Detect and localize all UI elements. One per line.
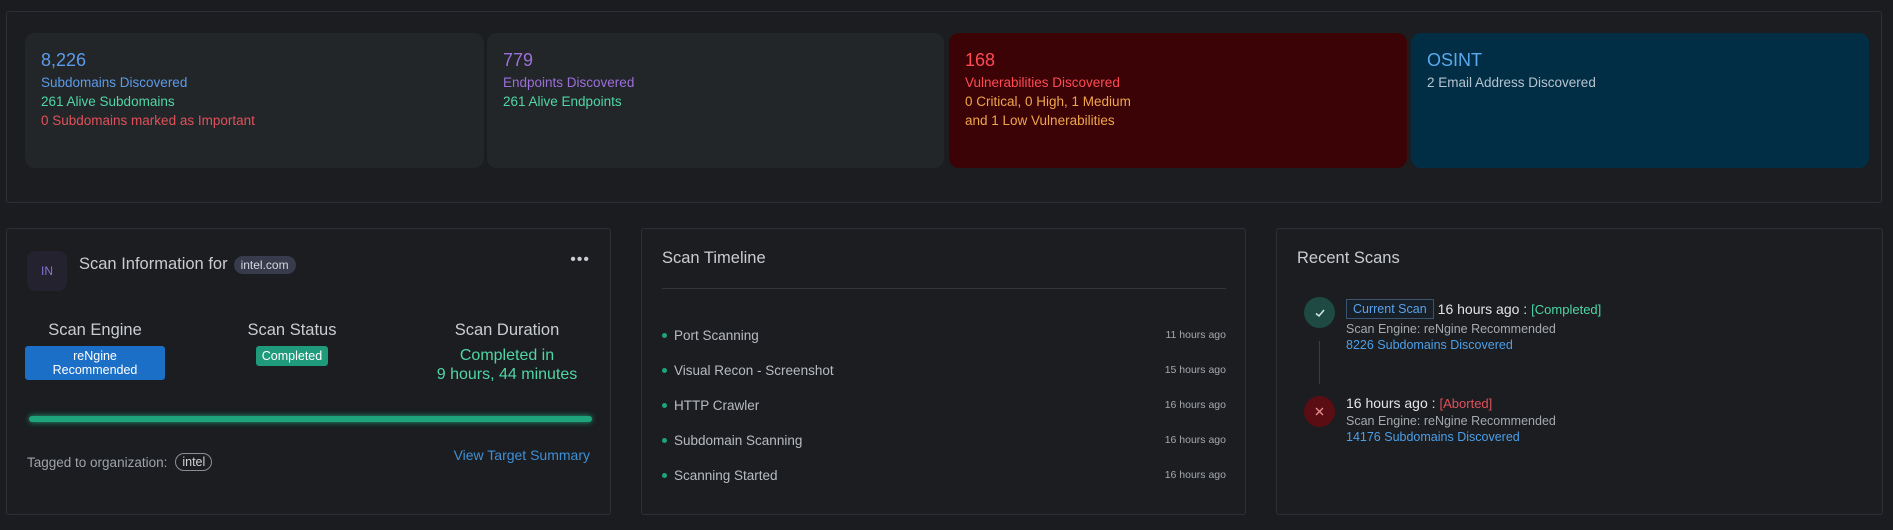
- view-target-summary-link[interactable]: View Target Summary: [454, 447, 590, 463]
- scan-progress-bar: [29, 416, 592, 422]
- scan-status-col: Scan Status Completed: [227, 321, 357, 366]
- timeline-connector: [1319, 341, 1320, 384]
- recent-scan-time: 16 hours ago :: [1346, 395, 1436, 411]
- vulnerabilities-count: 168: [965, 50, 996, 70]
- subdomains-label: Subdomains Discovered: [41, 75, 188, 90]
- recent-scan-header: 16 hours ago : [Aborted]: [1346, 395, 1556, 411]
- timeline-dot-icon: [662, 367, 667, 373]
- osint-title: OSINT: [1427, 50, 1483, 70]
- recent-scan-time: 16 hours ago :: [1437, 301, 1528, 317]
- timeline-dot-icon: [662, 402, 667, 408]
- vulnerabilities-breakdown-low: and 1 Low Vulnerabilities: [965, 113, 1115, 128]
- scan-progress-fill: [29, 416, 592, 422]
- recent-scans-title: Recent Scans: [1297, 249, 1400, 267]
- timeline-item: HTTP Crawler 16 hours ago: [662, 395, 1226, 415]
- scan-duration-line1: Completed in: [459, 347, 555, 364]
- osint-emails: 2 Email Address Discovered: [1427, 75, 1596, 90]
- endpoints-label: Endpoints Discovered: [503, 75, 635, 90]
- subdomains-count: 8,226: [41, 50, 87, 70]
- organization-label: Tagged to organization:: [27, 454, 168, 470]
- timeline-time: 11 hours ago: [1165, 329, 1226, 341]
- timeline-time: 15 hours ago: [1164, 364, 1226, 376]
- recent-scan-engine: Scan Engine: reNgine Recommended: [1346, 322, 1556, 336]
- organization-badge[interactable]: intel: [175, 453, 213, 471]
- timeline-time: 16 hours ago: [1164, 434, 1226, 446]
- scan-status-badge: Completed: [255, 346, 329, 366]
- recent-scan-status: [Aborted]: [1439, 395, 1493, 411]
- timeline-item: Visual Recon - Screenshot 15 hours ago: [662, 360, 1226, 380]
- timeline-item: Subdomain Scanning 16 hours ago: [662, 430, 1226, 450]
- x-icon: [1304, 396, 1335, 427]
- scan-engine-heading: Scan Engine: [48, 321, 142, 339]
- timeline-time: 16 hours ago: [1164, 399, 1226, 411]
- timeline-label: Port Scanning: [674, 327, 759, 343]
- osint-card[interactable]: OSINT 2 Email Address Discovered: [1411, 33, 1869, 168]
- check-icon: [1304, 297, 1335, 328]
- vulnerabilities-card[interactable]: 168 Vulnerabilities Discovered 0 Critica…: [949, 33, 1407, 168]
- timeline-divider: [662, 288, 1226, 289]
- subdomains-card[interactable]: 8,226 Subdomains Discovered 261 Alive Su…: [25, 33, 484, 168]
- timeline-time: 16 hours ago: [1164, 469, 1226, 481]
- endpoints-count: 779: [503, 50, 534, 70]
- timeline-label: Subdomain Scanning: [674, 432, 803, 448]
- scan-duration-col: Scan Duration Completed in 9 hours, 44 m…: [422, 321, 592, 384]
- scan-duration-heading: Scan Duration: [454, 321, 560, 339]
- recent-scan-engine: Scan Engine: reNgine Recommended: [1346, 414, 1556, 428]
- recent-scan-item[interactable]: 16 hours ago : [Aborted] Scan Engine: re…: [1346, 395, 1556, 444]
- current-scan-badge: Current Scan: [1346, 299, 1434, 319]
- recent-scan-subdomains[interactable]: 14176 Subdomains Discovered: [1346, 430, 1556, 444]
- scan-duration-line2: 9 hours, 44 minutes: [436, 366, 578, 383]
- organization-tag: Tagged to organization: intel: [27, 453, 213, 471]
- recent-scan-item[interactable]: Current Scan 16 hours ago : [Completed] …: [1346, 299, 1601, 352]
- scan-info-title-text: Scan Information for: [79, 255, 228, 273]
- endpoints-card[interactable]: 779 Endpoints Discovered 261 Alive Endpo…: [487, 33, 944, 168]
- recent-scan-subdomains[interactable]: 8226 Subdomains Discovered: [1346, 338, 1601, 352]
- vulnerabilities-label: Vulnerabilities Discovered: [965, 75, 1120, 90]
- recent-scan-status: [Completed]: [1531, 301, 1602, 317]
- timeline-item: Scanning Started 16 hours ago: [662, 465, 1226, 485]
- stats-panel: 8,226 Subdomains Discovered 261 Alive Su…: [6, 11, 1882, 203]
- timeline-title: Scan Timeline: [662, 249, 766, 267]
- timeline-dot-icon: [662, 332, 667, 338]
- vulnerabilities-breakdown: 0 Critical, 0 High, 1 Medium: [965, 94, 1131, 109]
- domain-badge: intel.com: [233, 255, 296, 274]
- scan-engine-badge[interactable]: reNgine Recommended: [25, 346, 165, 380]
- timeline-label: Visual Recon - Screenshot: [674, 362, 834, 378]
- timeline-dot-icon: [662, 437, 667, 443]
- scan-status-heading: Scan Status: [247, 321, 337, 339]
- timeline-item: Port Scanning 11 hours ago: [662, 325, 1226, 345]
- alive-subdomains: 261 Alive Subdomains: [41, 94, 175, 109]
- alive-endpoints: 261 Alive Endpoints: [503, 94, 622, 109]
- important-subdomains: 0 Subdomains marked as Important: [41, 113, 255, 128]
- scan-info-panel: IN Scan Information for intel.com ••• Sc…: [6, 228, 611, 515]
- recent-scan-header: Current Scan 16 hours ago : [Completed]: [1346, 299, 1601, 319]
- timeline-label: Scanning Started: [674, 467, 778, 483]
- scan-info-title: Scan Information for intel.com: [79, 255, 296, 274]
- timeline-label: HTTP Crawler: [674, 397, 760, 413]
- timeline-dot-icon: [662, 472, 667, 478]
- ellipsis-icon[interactable]: •••: [570, 251, 590, 269]
- target-avatar: IN: [27, 251, 67, 291]
- scan-timeline-panel: Scan Timeline Port Scanning 11 hours ago…: [641, 228, 1246, 515]
- scan-engine-col: Scan Engine reNgine Recommended: [25, 321, 165, 380]
- recent-scans-panel: Recent Scans Current Scan 16 hours ago :…: [1276, 228, 1883, 515]
